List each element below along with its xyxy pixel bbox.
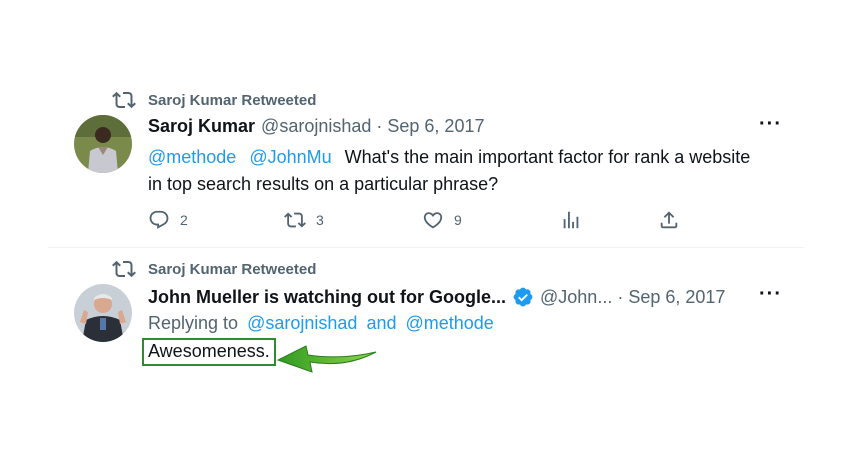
analytics-button[interactable] (560, 209, 582, 231)
tweet-header: John Mueller is watching out for Google.… (148, 286, 725, 308)
retweet-icon (112, 91, 136, 109)
analytics-icon (563, 211, 579, 229)
mention-link[interactable]: @JohnMu (249, 147, 331, 167)
like-button[interactable]: 9 (422, 209, 462, 231)
avatar-photo (74, 115, 132, 173)
share-button[interactable] (658, 209, 680, 231)
mention-link[interactable]: @sarojnishad (247, 313, 357, 333)
retweet-icon (112, 260, 136, 278)
replying-prefix: Replying to (148, 313, 239, 333)
author-handle[interactable]: @John... (540, 287, 612, 308)
reply-icon (149, 210, 169, 229)
retweet-label[interactable]: Saroj Kumar Retweeted (148, 92, 316, 109)
tweet-header: Saroj Kumar @sarojnishad · Sep 6, 2017 (148, 116, 484, 137)
highlighted-tweet-text: Awesomeness. (142, 338, 276, 366)
tweet-text: @methode @JohnMu What's the main importa… (148, 144, 808, 198)
share-icon (660, 211, 678, 229)
mention-link[interactable]: @methode (148, 147, 236, 167)
mention-link[interactable]: @methode (406, 313, 494, 333)
tweet-text-line: What's the main important factor for ran… (344, 147, 751, 167)
reply-and: and (366, 313, 397, 333)
retweet-count: 3 (316, 212, 324, 228)
meta-separator: · (376, 116, 383, 136)
heart-icon (423, 212, 443, 229)
tweet-actions: 2 3 9 (148, 208, 688, 232)
tweet-text-line: in top search results on a particular ph… (148, 174, 499, 194)
like-count: 9 (454, 212, 462, 228)
more-options-button[interactable]: ··· (759, 113, 782, 136)
tweet-divider (48, 247, 804, 248)
tweet-date[interactable]: Sep 6, 2017 (628, 287, 725, 308)
retweet-label[interactable]: Saroj Kumar Retweeted (148, 261, 316, 278)
tweet-date[interactable]: Sep 6, 2017 (387, 116, 484, 137)
avatar[interactable] (74, 284, 132, 342)
avatar[interactable] (74, 115, 132, 173)
retweet-button[interactable]: 3 (284, 209, 324, 231)
replying-to: Replying to @sarojnishad and @methode (148, 313, 494, 334)
avatar-photo (74, 284, 132, 342)
author-handle[interactable]: @sarojnishad (261, 116, 371, 137)
green-arrow-annotation (276, 345, 377, 373)
reply-button[interactable]: 2 (148, 209, 188, 231)
author-name[interactable]: John Mueller is watching out for Google.… (148, 287, 506, 308)
more-options-button[interactable]: ··· (759, 283, 782, 306)
verified-badge-icon (513, 287, 533, 307)
meta-separator: · (617, 286, 624, 307)
retweet-indicator: Saroj Kumar Retweeted (112, 257, 316, 281)
author-name[interactable]: Saroj Kumar (148, 116, 255, 137)
retweet-icon (284, 212, 306, 228)
reply-count: 2 (180, 212, 188, 228)
retweet-indicator: Saroj Kumar Retweeted (112, 88, 316, 112)
